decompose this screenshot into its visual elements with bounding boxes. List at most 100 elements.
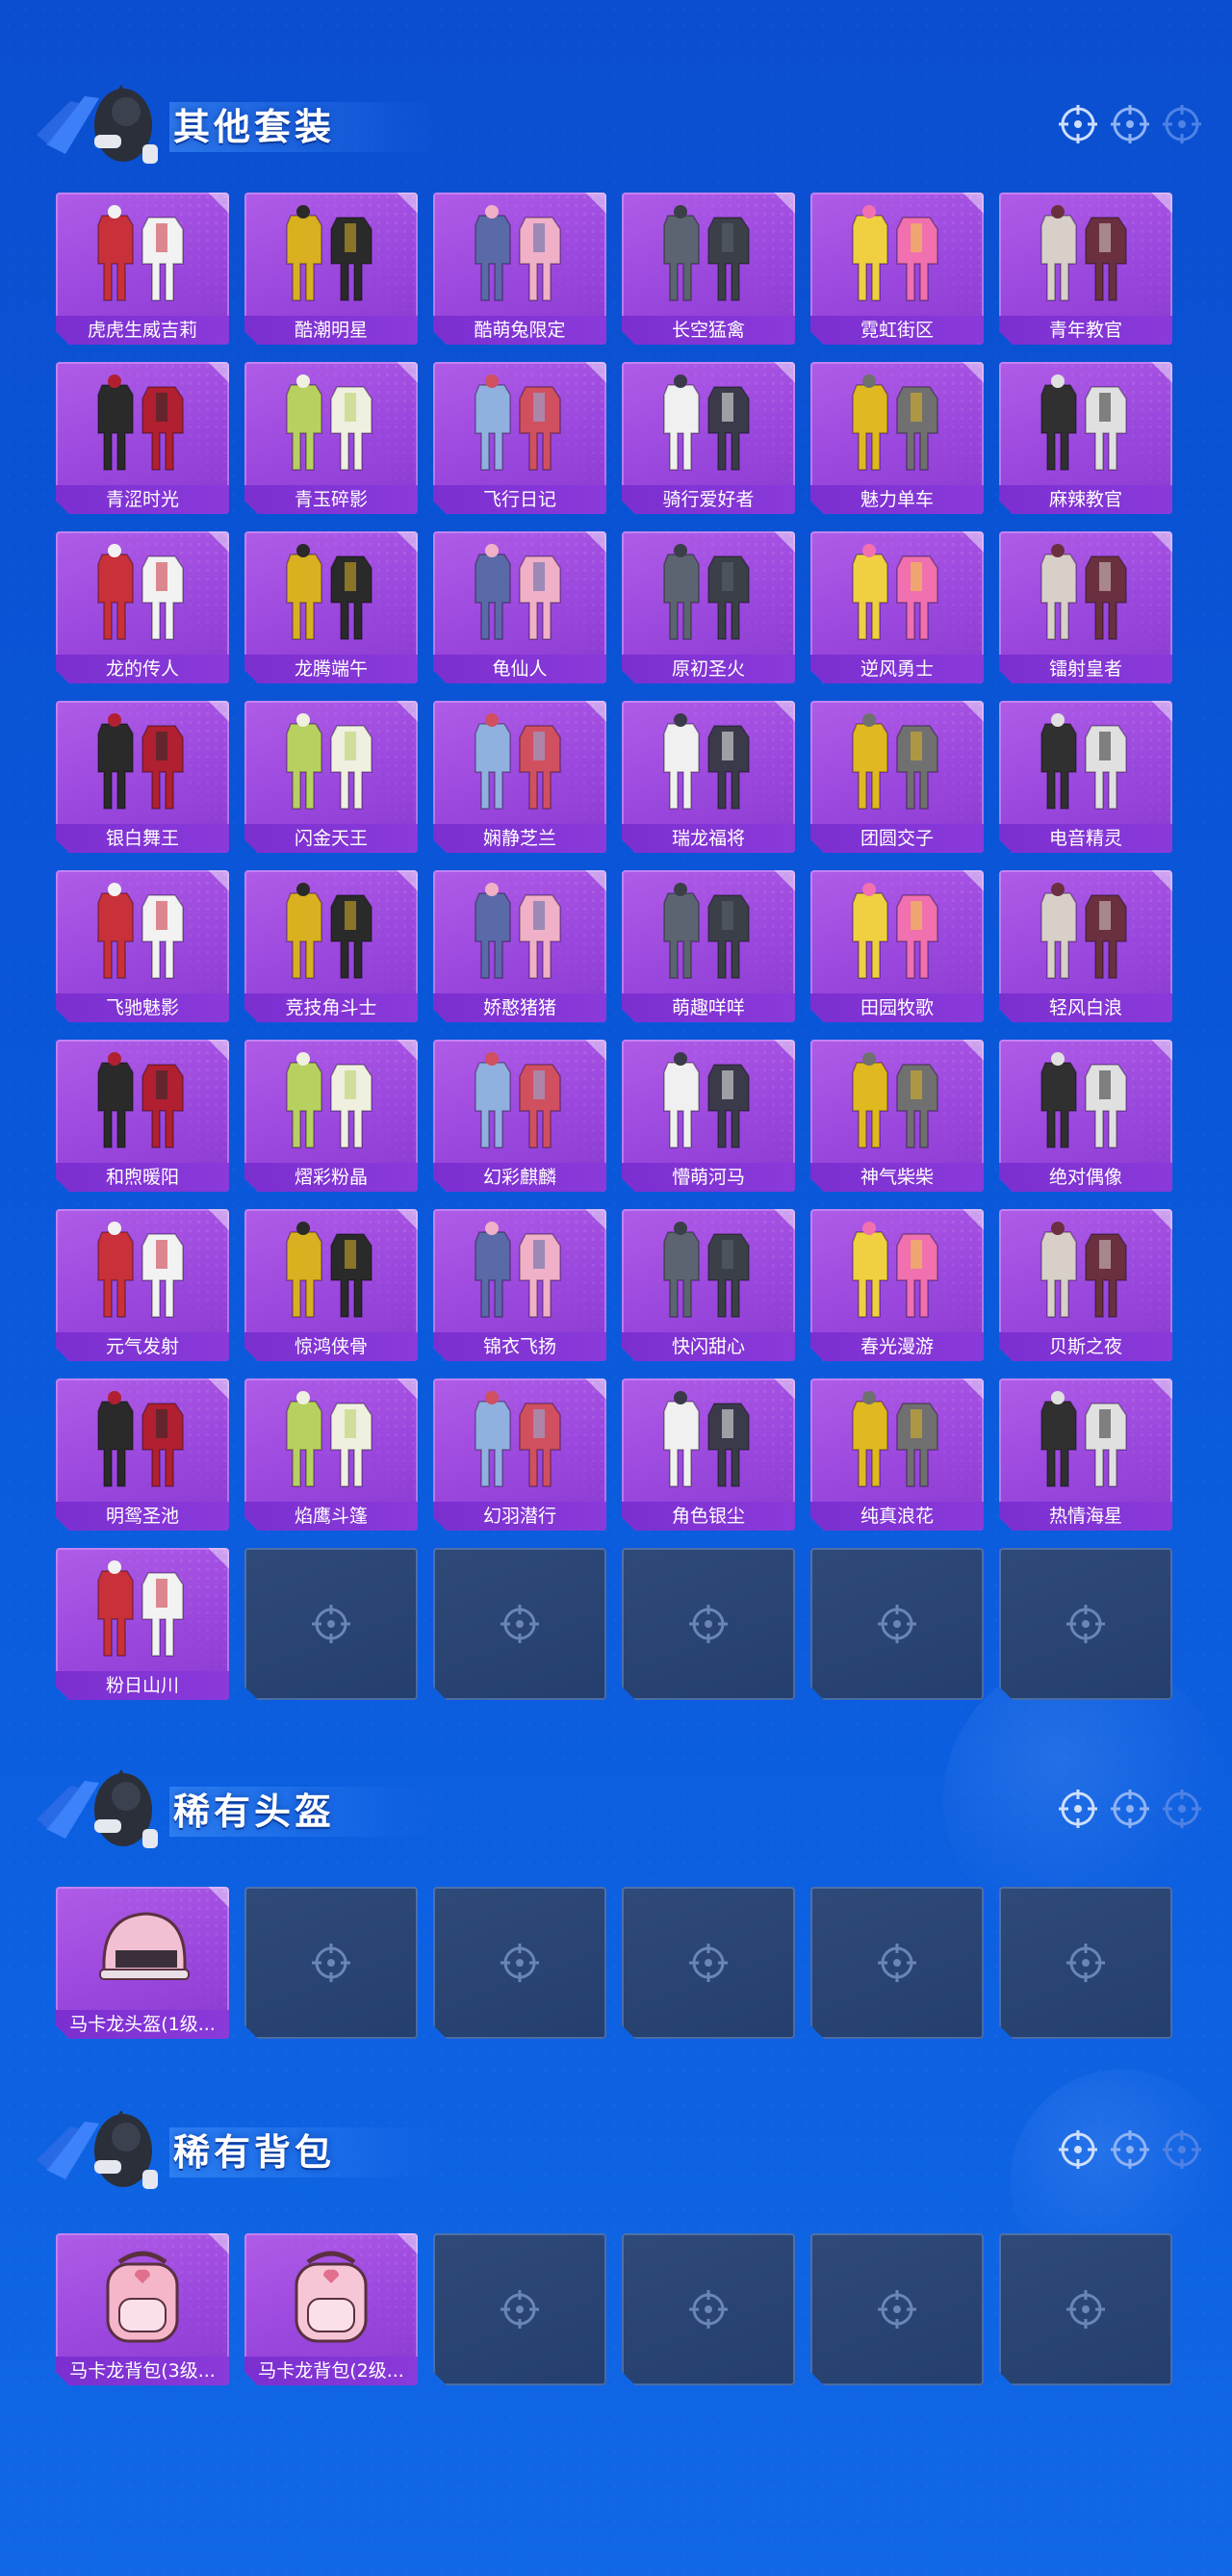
outfit-card[interactable]: 龙的传人 (56, 531, 229, 683)
item-name: 快闪甜心 (622, 1332, 795, 1361)
outfit-card[interactable]: 飞行日记 (433, 362, 606, 514)
outfit-item-icon (81, 541, 204, 649)
outfit-card[interactable]: 酷潮明星 (244, 193, 418, 345)
character-mascot-icon (37, 85, 158, 164)
outfit-card[interactable]: 角色银尘 (622, 1378, 795, 1531)
crosshair-icon (497, 1940, 543, 1986)
outfit-card[interactable]: 瑞龙福将 (622, 701, 795, 853)
outfit-card[interactable]: 骑行爱好者 (622, 362, 795, 514)
section-header: 其他套装 (27, 77, 1201, 173)
outfit-card[interactable]: 粉日山川 (56, 1548, 229, 1700)
character-mascot-icon (37, 2110, 158, 2189)
item-name: 长空猛禽 (622, 316, 795, 345)
outfit-card[interactable]: 熠彩粉晶 (244, 1040, 418, 1192)
outfit-card[interactable]: 神气柴柴 (810, 1040, 984, 1192)
outfit-card[interactable]: 元气发射 (56, 1209, 229, 1361)
item-name: 明鸳圣池 (56, 1502, 229, 1531)
outfit-card[interactable]: 春光漫游 (810, 1209, 984, 1361)
item-name: 霓虹街区 (810, 316, 984, 345)
outfit-card[interactable]: 原初圣火 (622, 531, 795, 683)
item-name: 马卡龙背包(2级... (244, 2357, 418, 2385)
item-name: 银白舞王 (56, 824, 229, 853)
outfit-item-icon (81, 880, 204, 988)
outfit-card[interactable]: 焰鹰斗篷 (244, 1378, 418, 1531)
item-name: 瑞龙福将 (622, 824, 795, 853)
outfit-card[interactable]: 长空猛禽 (622, 193, 795, 345)
outfit-card[interactable]: 青玉碎影 (244, 362, 418, 514)
item-name: 热情海星 (999, 1502, 1172, 1531)
crosshair-icon (308, 1940, 354, 1986)
outfit-card[interactable]: 幻羽潜行 (433, 1378, 606, 1531)
outfit-item-icon (1024, 541, 1147, 649)
crosshair-icon (1057, 103, 1099, 145)
outfit-item-icon (81, 372, 204, 479)
outfit-card[interactable]: 萌趣咩咩 (622, 870, 795, 1022)
outfit-item-icon (647, 372, 770, 479)
outfit-card[interactable]: 麻辣教官 (999, 362, 1172, 514)
crosshair-icon (1063, 1601, 1109, 1647)
item-name: 飞行日记 (433, 485, 606, 514)
backpack-icon (81, 2243, 204, 2351)
outfit-card[interactable]: 惊鸿侠骨 (244, 1209, 418, 1361)
outfit-item-icon (270, 880, 393, 988)
crosshair-icon (1109, 1788, 1151, 1830)
outfit-card[interactable]: 明鸳圣池 (56, 1378, 229, 1531)
outfit-item-icon (1024, 710, 1147, 818)
item-name: 骑行爱好者 (622, 485, 795, 514)
outfit-card[interactable]: 纯真浪花 (810, 1378, 984, 1531)
outfit-card[interactable]: 酷萌兔限定 (433, 193, 606, 345)
outfit-card[interactable]: 霓虹街区 (810, 193, 984, 345)
item-name: 青年教官 (999, 316, 1172, 345)
outfit-card[interactable]: 快闪甜心 (622, 1209, 795, 1361)
helmet-card[interactable]: 马卡龙头盔(1级... (56, 1887, 229, 2039)
outfit-card[interactable]: 飞驰魅影 (56, 870, 229, 1022)
item-name: 镭射皇者 (999, 655, 1172, 683)
outfit-card[interactable]: 娴静芝兰 (433, 701, 606, 853)
empty-slot (999, 1887, 1172, 2039)
outfit-card[interactable]: 龙腾端午 (244, 531, 418, 683)
item-name: 酷萌兔限定 (433, 316, 606, 345)
crosshair-icon (874, 1601, 920, 1647)
outfit-item-icon (835, 710, 959, 818)
outfit-card[interactable]: 懵萌河马 (622, 1040, 795, 1192)
empty-slot (810, 1548, 984, 1700)
outfit-item-icon (81, 1558, 204, 1665)
outfit-item-icon (647, 1388, 770, 1496)
outfit-card[interactable]: 闪金天王 (244, 701, 418, 853)
outfit-item-icon (647, 541, 770, 649)
outfit-card[interactable]: 逆风勇士 (810, 531, 984, 683)
crosshair-icon (874, 1940, 920, 1986)
outfit-card[interactable]: 轻风白浪 (999, 870, 1172, 1022)
item-name: 青涩时光 (56, 485, 229, 514)
outfit-card[interactable]: 青年教官 (999, 193, 1172, 345)
outfit-item-icon (270, 202, 393, 310)
outfit-card[interactable]: 绝对偶像 (999, 1040, 1172, 1192)
outfit-card[interactable]: 龟仙人 (433, 531, 606, 683)
backpack-card[interactable]: 马卡龙背包(3级... (56, 2233, 229, 2385)
outfit-card[interactable]: 银白舞王 (56, 701, 229, 853)
outfit-card[interactable]: 团圆交子 (810, 701, 984, 853)
backpack-icon (270, 2243, 393, 2351)
outfit-item-icon (270, 1049, 393, 1157)
outfit-card[interactable]: 锦衣飞扬 (433, 1209, 606, 1361)
backpack-card[interactable]: 马卡龙背包(2级... (244, 2233, 418, 2385)
helmet-grid: 马卡龙头盔(1级... (56, 1887, 1172, 2039)
outfit-card[interactable]: 虎虎生威吉莉 (56, 193, 229, 345)
outfit-card[interactable]: 竞技角斗士 (244, 870, 418, 1022)
outfit-card[interactable]: 幻彩麒麟 (433, 1040, 606, 1192)
outfit-card[interactable]: 和煦暖阳 (56, 1040, 229, 1192)
outfit-card[interactable]: 娇憨猪猪 (433, 870, 606, 1022)
outfit-item-icon (647, 880, 770, 988)
outfit-card[interactable]: 贝斯之夜 (999, 1209, 1172, 1361)
outfit-card[interactable]: 青涩时光 (56, 362, 229, 514)
item-name: 和煦暖阳 (56, 1163, 229, 1192)
item-name: 魅力单车 (810, 485, 984, 514)
outfit-card[interactable]: 热情海星 (999, 1378, 1172, 1531)
item-name: 虎虎生威吉莉 (56, 316, 229, 345)
outfit-card[interactable]: 电音精灵 (999, 701, 1172, 853)
outfit-card[interactable]: 魅力单车 (810, 362, 984, 514)
outfit-card[interactable]: 镭射皇者 (999, 531, 1172, 683)
outfit-item-icon (647, 202, 770, 310)
item-name: 角色银尘 (622, 1502, 795, 1531)
outfit-card[interactable]: 田园牧歌 (810, 870, 984, 1022)
